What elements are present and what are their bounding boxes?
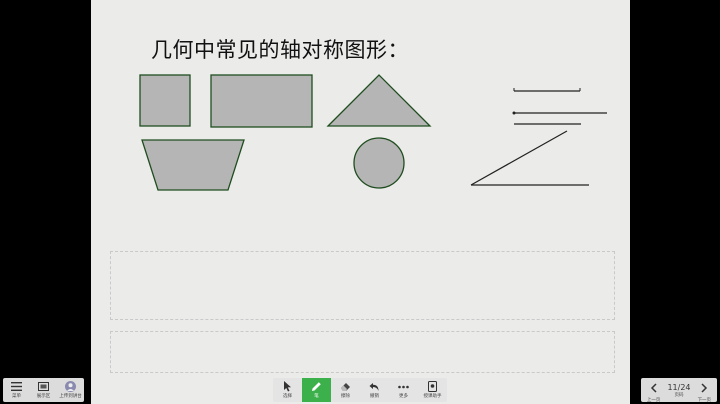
more-icon: [398, 381, 410, 392]
next-page-button[interactable]: 下一页: [692, 378, 717, 403]
rectangle-shape: [210, 74, 313, 128]
prev-page-label: 上一页: [646, 397, 661, 403]
square-shape: [139, 74, 191, 127]
menu-button[interactable]: 菜单: [3, 378, 30, 402]
page-number: 11/24: [667, 382, 691, 392]
tool-assistant[interactable]: 授课助手: [418, 378, 447, 402]
slide-canvas: 几何中常见的轴对称图形：: [91, 0, 630, 404]
tool-select[interactable]: 选择: [273, 378, 302, 402]
display-label: 展示区: [36, 393, 51, 399]
answer-box-1: [110, 251, 615, 320]
cursor-icon: [282, 381, 294, 392]
line-segment-shape: [513, 88, 581, 92]
display-button[interactable]: 展示区: [30, 378, 57, 402]
next-page-label: 下一页: [697, 397, 712, 403]
tool-undo[interactable]: 撤销: [360, 378, 389, 402]
trapezoid-shape: [141, 139, 245, 191]
menu-label: 菜单: [12, 393, 21, 399]
circle-shape: [353, 137, 405, 189]
angle-shape: [470, 130, 589, 186]
prev-page-button[interactable]: 上一页: [641, 378, 666, 403]
page-number-label: 页码: [674, 392, 684, 398]
page-navigator: 上一页 11/24 页码 下一页: [641, 378, 717, 403]
chevron-left-icon: [650, 378, 657, 397]
tool-eraser-label: 擦除: [341, 394, 350, 399]
left-toolbar: 菜单 展示区 上传到讲台: [3, 378, 84, 402]
tool-more[interactable]: 更多: [389, 378, 418, 402]
tool-select-label: 选择: [283, 394, 292, 399]
chevron-right-icon: [701, 378, 708, 397]
ray-shape: [512, 111, 607, 115]
upload-label: 上传到讲台: [59, 393, 82, 399]
undo-icon: [369, 381, 381, 392]
tool-pen[interactable]: 笔: [302, 378, 331, 402]
pen-icon: [311, 381, 323, 392]
triangle-shape: [326, 74, 432, 127]
tool-assistant-label: 授课助手: [423, 394, 442, 399]
display-icon: [38, 382, 50, 392]
tool-undo-label: 撤销: [370, 394, 379, 399]
menu-icon: [11, 382, 23, 392]
tool-more-label: 更多: [399, 394, 408, 399]
tool-eraser[interactable]: 擦除: [331, 378, 360, 402]
assistant-icon: [427, 381, 439, 392]
upload-button[interactable]: 上传到讲台: [57, 378, 84, 402]
eraser-icon: [340, 381, 352, 392]
answer-box-2: [110, 331, 615, 373]
bottom-toolbar: 选择 笔 擦除 撤销 更多 授课助手: [273, 378, 447, 402]
page-indicator[interactable]: 11/24 页码: [666, 378, 691, 402]
avatar-icon: [65, 381, 77, 392]
tool-pen-label: 笔: [314, 394, 319, 399]
